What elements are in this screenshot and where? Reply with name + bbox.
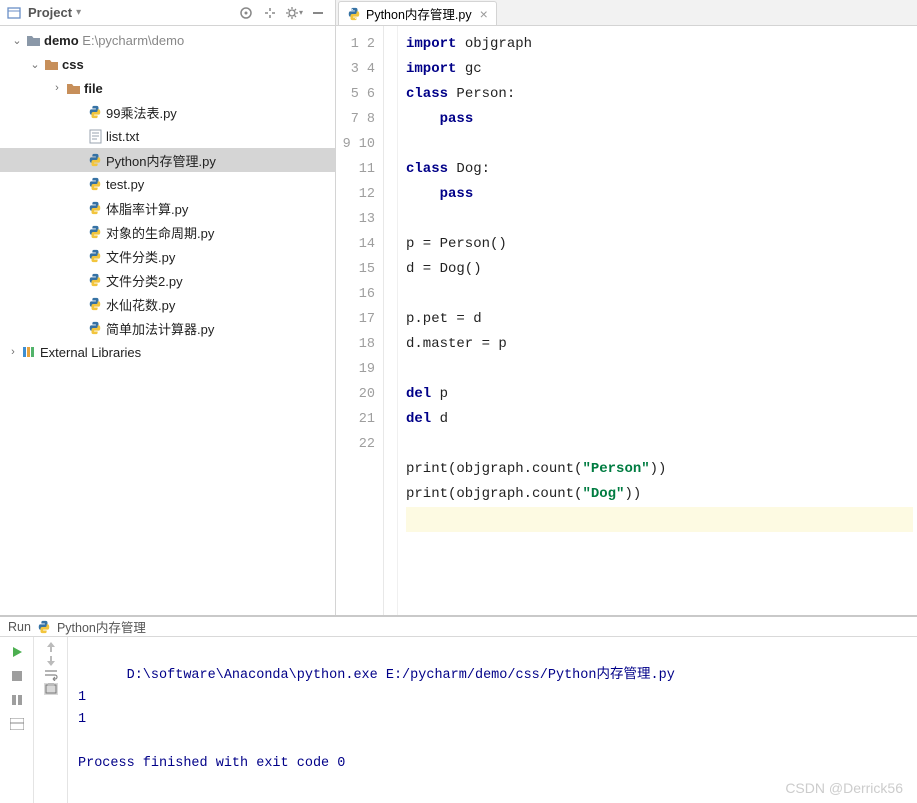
hide-button[interactable]	[307, 2, 329, 24]
settings-icon[interactable]: ▾	[283, 2, 305, 24]
close-icon[interactable]: ×	[480, 6, 488, 22]
tree-external-libraries[interactable]: › External Libraries	[0, 340, 335, 364]
project-title: Project	[28, 5, 72, 20]
folder-icon	[24, 34, 42, 47]
editor-tabs: Python内存管理.py ×	[336, 0, 917, 26]
python-file-icon	[86, 297, 104, 311]
line-numbers: 1 2 3 4 5 6 7 8 9 10 11 12 13 14 15 16 1…	[336, 26, 384, 615]
python-file-icon	[86, 225, 104, 239]
tree-file[interactable]: 文件分类2.py	[0, 268, 335, 292]
collapse-button[interactable]	[235, 2, 257, 24]
folder-icon	[42, 58, 60, 71]
console-output[interactable]: D:\software\Anaconda\python.exe E:/pycha…	[68, 637, 917, 803]
project-icon	[6, 5, 22, 21]
code-text[interactable]: import objgraph import gc class Person: …	[402, 26, 917, 615]
tree-file[interactable]: list.txt	[0, 124, 335, 148]
editor-tab[interactable]: Python内存管理.py ×	[338, 1, 497, 25]
tree-file[interactable]: 99乘法表.py	[0, 100, 335, 124]
text-file-icon	[86, 129, 104, 144]
run-side-toolbar2	[34, 637, 68, 803]
editor-area: Python内存管理.py × 1 2 3 4 5 6 7 8 9 10 11 …	[336, 0, 917, 615]
folder-icon	[64, 82, 82, 95]
chevron-right-icon[interactable]: ›	[50, 82, 64, 94]
python-file-icon	[86, 249, 104, 263]
up-button[interactable]	[46, 641, 56, 653]
python-file-icon	[86, 153, 104, 167]
fold-column	[384, 26, 398, 615]
chevron-down-icon[interactable]: ⌄	[28, 58, 42, 71]
chevron-down-icon[interactable]: ⌄	[10, 34, 24, 47]
tree-file[interactable]: test.py	[0, 172, 335, 196]
project-sidebar: Project ▾ ▾ ⌄ demo E:\pycharm\demo ⌄ css…	[0, 0, 336, 615]
pause-button[interactable]	[4, 689, 30, 711]
softwrap-button[interactable]	[44, 669, 58, 681]
run-header: Run Python内存管理	[0, 617, 917, 637]
dropdown-arrow-icon[interactable]: ▾	[76, 7, 81, 18]
tree-project-root[interactable]: ⌄ demo E:\pycharm\demo	[0, 28, 335, 52]
run-target: Python内存管理	[57, 617, 146, 636]
layout-button[interactable]	[4, 713, 30, 735]
chevron-right-icon[interactable]: ›	[6, 346, 20, 358]
project-tree: ⌄ demo E:\pycharm\demo ⌄ css › file 99乘法…	[0, 26, 335, 615]
python-file-icon	[86, 201, 104, 215]
tree-file[interactable]: Python内存管理.py	[0, 148, 335, 172]
project-tool-header: Project ▾ ▾	[0, 0, 335, 26]
tab-label: Python内存管理.py	[366, 4, 472, 23]
tree-file[interactable]: 文件分类.py	[0, 244, 335, 268]
print-button[interactable]	[44, 683, 58, 695]
tree-file[interactable]: 简单加法计算器.py	[0, 316, 335, 340]
libraries-icon	[20, 345, 38, 359]
run-side-toolbar	[0, 637, 34, 803]
tree-file[interactable]: 水仙花数.py	[0, 292, 335, 316]
tree-file[interactable]: 体脂率计算.py	[0, 196, 335, 220]
python-file-icon	[86, 321, 104, 335]
tree-file[interactable]: 对象的生命周期.py	[0, 220, 335, 244]
expand-button[interactable]	[259, 2, 281, 24]
run-title: Run	[8, 620, 31, 634]
stop-button[interactable]	[4, 665, 30, 687]
run-toolwindow: Run Python内存管理 D:\software\Anaconda\pyth…	[0, 616, 917, 771]
down-button[interactable]	[46, 655, 56, 667]
python-file-icon	[37, 620, 51, 634]
tree-folder-css[interactable]: ⌄ css	[0, 52, 335, 76]
rerun-button[interactable]	[4, 641, 30, 663]
code-area[interactable]: 1 2 3 4 5 6 7 8 9 10 11 12 13 14 15 16 1…	[336, 26, 917, 615]
python-file-icon	[86, 177, 104, 191]
python-file-icon	[347, 7, 361, 21]
tree-folder-file[interactable]: › file	[0, 76, 335, 100]
python-file-icon	[86, 273, 104, 287]
watermark: CSDN @Derrick56	[785, 777, 903, 799]
python-file-icon	[86, 105, 104, 119]
